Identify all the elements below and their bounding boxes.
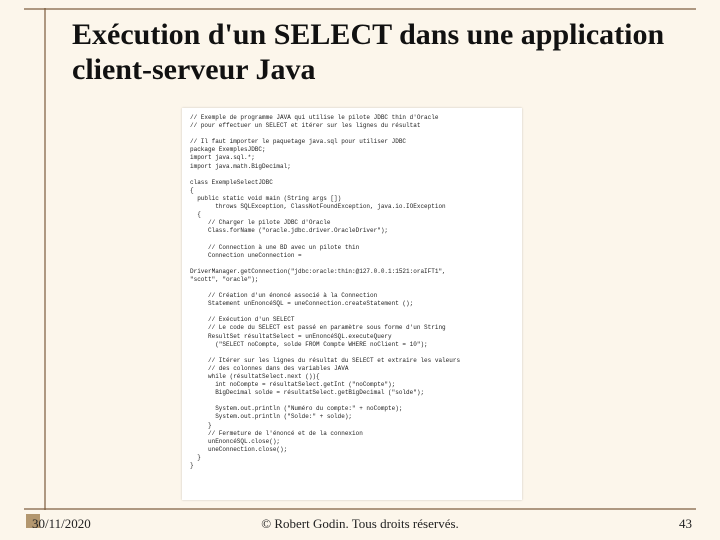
rule-left [44,8,46,510]
slide-title: Exécution d'un SELECT dans une applicati… [72,18,680,87]
rule-bottom [24,508,696,510]
footer-page-number: 43 [679,516,692,532]
slide: Exécution d'un SELECT dans une applicati… [0,0,720,540]
footer-copyright: © Robert Godin. Tous droits réservés. [0,516,720,532]
rule-top [24,8,696,10]
code-block: // Exemple de programme JAVA qui utilise… [182,108,522,500]
